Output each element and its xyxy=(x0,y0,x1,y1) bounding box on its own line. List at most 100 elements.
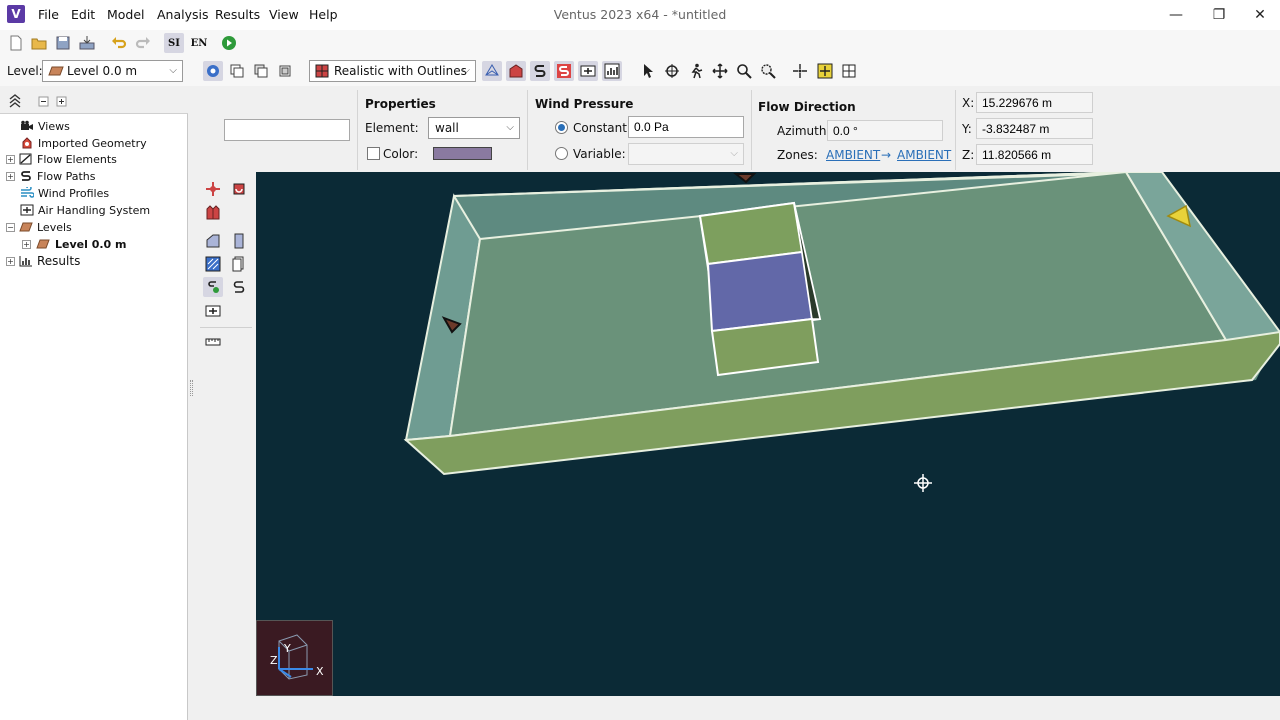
zoom-region-icon[interactable] xyxy=(758,61,778,81)
chevron-down-icon: ⌵ xyxy=(730,148,738,159)
collapse-icon[interactable]: − xyxy=(6,222,15,232)
wireframe-toggle-icon[interactable] xyxy=(482,61,502,81)
orbit-icon[interactable] xyxy=(662,61,682,81)
measure-tool-icon[interactable] xyxy=(203,332,223,352)
constant-label: Constant: xyxy=(573,121,631,135)
expand-icon[interactable]: + xyxy=(6,256,15,266)
main-toolbar: SI EN xyxy=(0,30,1280,56)
level-select-value: Level 0.0 m xyxy=(67,64,138,78)
variable-label: Variable: xyxy=(573,147,626,161)
name-input[interactable] xyxy=(224,119,350,141)
run-simulation-icon[interactable] xyxy=(219,33,239,53)
tree-item-views[interactable]: Views xyxy=(20,118,70,134)
flow-elements-toggle-icon[interactable] xyxy=(506,61,526,81)
expand-icon[interactable]: + xyxy=(6,154,15,164)
divider xyxy=(751,90,752,170)
wall-tool-icon[interactable] xyxy=(229,231,249,251)
pan-icon[interactable] xyxy=(710,61,730,81)
tree-item-results[interactable]: + Results xyxy=(6,253,80,269)
divider xyxy=(527,90,528,170)
tree-item-levels[interactable]: − Levels xyxy=(6,219,72,235)
color-checkbox[interactable] xyxy=(367,147,380,160)
chevron-down-icon: ⌵ xyxy=(506,122,514,133)
save-icon[interactable] xyxy=(53,33,73,53)
new-file-icon[interactable] xyxy=(6,33,26,53)
si-units-button[interactable]: SI xyxy=(164,33,184,53)
azimuth-label: Azimuth: xyxy=(777,124,831,138)
walk-icon[interactable] xyxy=(686,61,706,81)
layers-view-icon[interactable] xyxy=(275,61,295,81)
zone-tool-icon[interactable] xyxy=(203,231,223,251)
azimuth-input[interactable] xyxy=(827,120,943,141)
zoom-selected-icon[interactable] xyxy=(815,61,835,81)
y-coord-field[interactable] xyxy=(976,118,1093,139)
close-button[interactable]: ✕ xyxy=(1246,4,1274,26)
level-icon xyxy=(48,66,64,76)
results-toggle-icon[interactable] xyxy=(602,61,622,81)
copy-view-icon[interactable] xyxy=(227,61,247,81)
color-swatch[interactable] xyxy=(433,147,492,160)
render-mode-select[interactable]: Realistic with Outlines ⌵ xyxy=(309,60,476,82)
tree-item-air-handling-system[interactable]: Air Handling System xyxy=(20,202,150,218)
opening-tool-icon[interactable] xyxy=(203,254,223,274)
move-tool-icon[interactable] xyxy=(203,179,223,199)
camera-icon xyxy=(21,120,33,130)
flow-path-tool-icon[interactable] xyxy=(203,277,223,297)
constant-pressure-input[interactable] xyxy=(628,116,744,138)
3d-viewport[interactable] xyxy=(256,172,1280,696)
tree-item-imported-geometry[interactable]: Imported Geometry xyxy=(20,135,147,151)
element-select[interactable]: wall ⌵ xyxy=(428,117,520,139)
ahs-toggle-icon[interactable] xyxy=(578,61,598,81)
chevron-down-icon: ⌵ xyxy=(169,65,177,76)
flow-paths-toggle-icon[interactable] xyxy=(530,61,550,81)
tree-item-flow-elements[interactable]: + Flow Elements xyxy=(6,151,117,167)
wind-source-icon[interactable] xyxy=(203,203,223,223)
en-units-button[interactable]: EN xyxy=(189,33,209,53)
move-cursor-icon xyxy=(914,474,932,492)
tree-item-wind-profiles[interactable]: Wind Profiles xyxy=(20,185,109,201)
tree-item-level-0[interactable]: + Level 0.0 m xyxy=(22,236,126,252)
room-opening xyxy=(706,250,814,333)
variable-select[interactable]: ⌵ xyxy=(628,143,744,165)
properties-title: Properties xyxy=(365,97,436,111)
import-icon[interactable] xyxy=(77,33,97,53)
expand-all-icon[interactable] xyxy=(51,91,71,111)
tree-options-icon[interactable] xyxy=(5,91,25,111)
select-pointer-icon[interactable] xyxy=(638,61,658,81)
zoom-icon[interactable] xyxy=(734,61,754,81)
level-select[interactable]: Level 0.0 m ⌵ xyxy=(42,60,183,82)
undo-icon[interactable] xyxy=(109,33,129,53)
z-coord-field[interactable] xyxy=(976,144,1093,165)
copy-zone-icon[interactable] xyxy=(229,254,249,274)
tree-item-flow-paths[interactable]: + Flow Paths xyxy=(6,168,96,184)
open-folder-icon[interactable] xyxy=(29,33,49,53)
zone-to-link[interactable]: AMBIENT xyxy=(897,148,951,162)
flow-path-link-icon[interactable] xyxy=(229,277,249,297)
maximize-button[interactable]: ❐ xyxy=(1205,4,1233,26)
ahs-tool-icon[interactable] xyxy=(203,301,223,321)
wind-icon xyxy=(21,187,34,198)
solved-paths-toggle-icon[interactable] xyxy=(554,61,574,81)
expand-icon[interactable]: + xyxy=(6,171,15,181)
splitter-handle[interactable] xyxy=(190,380,193,396)
level-icon xyxy=(36,239,50,249)
flow-path-icon xyxy=(21,171,31,181)
x-coord-field[interactable] xyxy=(976,92,1093,113)
fit-view-icon[interactable] xyxy=(839,61,859,81)
camera-view-icon[interactable] xyxy=(203,61,223,81)
x-coord-label: X: xyxy=(962,96,975,110)
chevron-down-icon: ⌵ xyxy=(462,65,470,76)
expand-icon[interactable]: + xyxy=(22,239,31,249)
zone-arrow-icon: → xyxy=(881,148,892,162)
constant-radio[interactable] xyxy=(555,121,568,134)
wind-source-marker[interactable] xyxy=(733,173,757,184)
minimize-button[interactable]: — xyxy=(1162,4,1190,26)
zoom-extents-icon[interactable] xyxy=(790,61,810,81)
axis-y-label: Y xyxy=(284,642,291,655)
redo-icon[interactable] xyxy=(133,33,153,53)
zone-from-link[interactable]: AMBIENT xyxy=(826,148,880,162)
duplicate-view-icon[interactable] xyxy=(251,61,271,81)
variable-radio[interactable] xyxy=(555,147,568,160)
rotate-tool-icon[interactable] xyxy=(229,179,249,199)
collapse-all-icon[interactable] xyxy=(33,91,53,111)
